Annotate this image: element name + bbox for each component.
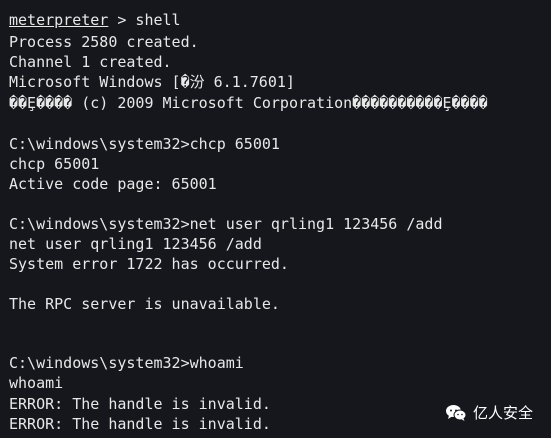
output-line: whoami [9, 374, 64, 392]
output-line: Active code page: 65001 [9, 175, 217, 193]
command-line: C:\windows\system32>whoami [9, 354, 244, 372]
watermark: 亿人安全 [445, 402, 533, 423]
watermark-text: 亿人安全 [472, 405, 533, 422]
meterpreter-command: > shell [108, 11, 181, 29]
error-line: The RPC server is unavailable. [9, 295, 280, 313]
command-line: C:\windows\system32>chcp 65001 [9, 135, 280, 153]
output-line: chcp 65001 [9, 155, 100, 173]
output-line: ��Ȩ���� (c) 2009 Microsoft Corporation��… [9, 94, 488, 112]
error-line: ERROR: The handle is invalid. [9, 395, 271, 413]
meterpreter-prompt-keyword: meterpreter [9, 11, 109, 29]
output-line: Microsoft Windows [�汾 6.1.7601] [9, 73, 295, 91]
error-line: System error 1722 has occurred. [9, 255, 289, 273]
output-line: Channel 1 created. [9, 53, 172, 71]
error-line: ERROR: The handle is invalid. [9, 415, 271, 433]
meterpreter-prompt-line: meterpreter > shell [9, 10, 181, 30]
output-line: Process 2580 created. [9, 33, 199, 51]
output-line: net user qrling1 123456 /add [9, 235, 262, 253]
terminal-window[interactable]: meterpreter > shell Process 2580 created… [0, 0, 551, 438]
wechat-icon [445, 404, 467, 421]
command-line: C:\windows\system32>net user qrling1 123… [9, 215, 443, 233]
